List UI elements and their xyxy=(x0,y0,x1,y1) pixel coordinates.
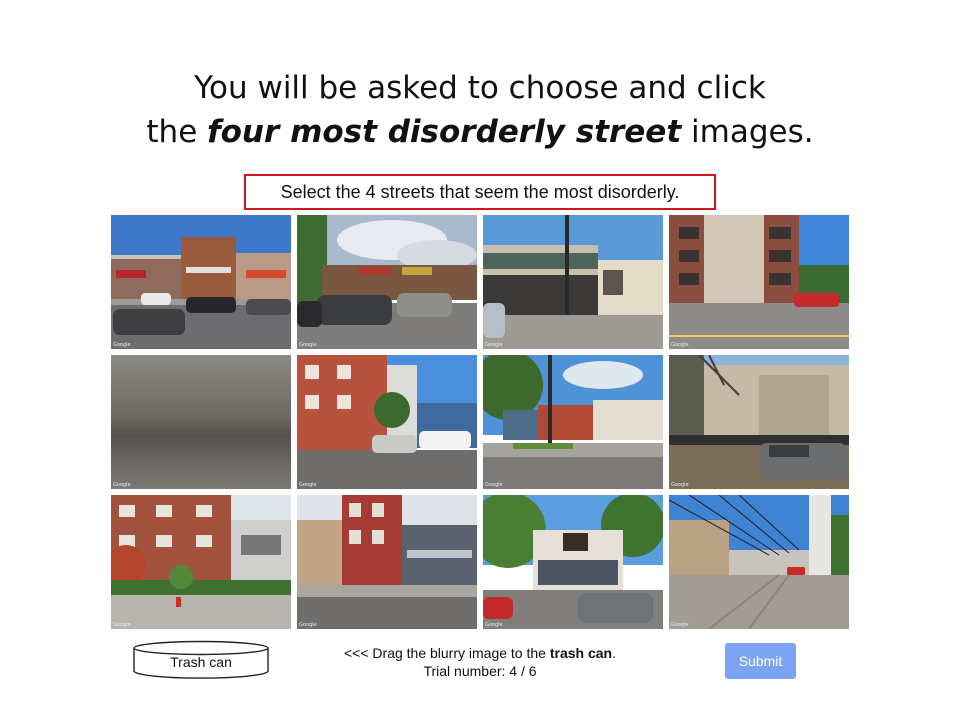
intro-heading-line2-pre: the xyxy=(146,114,208,150)
watermark-text: Google xyxy=(485,622,503,628)
trash-can-label: Trash can xyxy=(170,654,232,670)
drag-hint-bold: trash can xyxy=(549,645,613,661)
street-image-grid: Google Google Google Google Google Googl… xyxy=(111,215,849,630)
street-image-5-blurry[interactable]: Google xyxy=(111,355,291,489)
street-image-1[interactable]: Google xyxy=(111,215,291,349)
watermark-text: Google xyxy=(671,482,689,488)
intro-heading-emphasis: four most disorderly street xyxy=(207,114,682,150)
watermark-text: Google xyxy=(485,482,503,488)
watermark-text: Google xyxy=(113,482,131,488)
task-instruction: Select the 4 streets that seem the most … xyxy=(244,174,716,210)
watermark-text: Google xyxy=(671,342,689,348)
street-image-9[interactable]: Google xyxy=(111,495,291,629)
trash-can[interactable]: Trash can xyxy=(132,640,270,680)
drag-instructions: <<< Drag the blurry image to the trash c… xyxy=(300,644,660,680)
drag-hint-post: . xyxy=(612,645,616,661)
street-image-4[interactable]: Google xyxy=(669,215,849,349)
intro-heading-line2: the four most disorderly street images. xyxy=(0,110,960,154)
watermark-text: Google xyxy=(113,622,131,628)
watermark-text: Google xyxy=(299,482,317,488)
street-image-8[interactable]: Google xyxy=(669,355,849,489)
street-image-10[interactable]: Google xyxy=(297,495,477,629)
watermark-text: Google xyxy=(485,342,503,348)
street-image-2[interactable]: Google xyxy=(297,215,477,349)
intro-heading-line1: You will be asked to choose and click xyxy=(194,70,766,106)
trial-number: Trial number: 4 / 6 xyxy=(423,663,537,679)
intro-heading: You will be asked to choose and click th… xyxy=(0,66,960,154)
watermark-text: Google xyxy=(299,622,317,628)
submit-button[interactable]: Submit xyxy=(725,643,796,679)
watermark-text: Google xyxy=(299,342,317,348)
street-image-11[interactable]: Google xyxy=(483,495,663,629)
intro-heading-line2-post: images. xyxy=(681,114,814,150)
drag-hint-line: <<< Drag the blurry image to the trash c… xyxy=(300,644,660,662)
street-image-6[interactable]: Google xyxy=(297,355,477,489)
street-image-12[interactable]: Google xyxy=(669,495,849,629)
street-image-3[interactable]: Google xyxy=(483,215,663,349)
watermark-text: Google xyxy=(113,342,131,348)
street-image-7[interactable]: Google xyxy=(483,355,663,489)
watermark-text: Google xyxy=(671,622,689,628)
drag-hint-pre: <<< Drag the blurry image to the xyxy=(344,645,550,661)
